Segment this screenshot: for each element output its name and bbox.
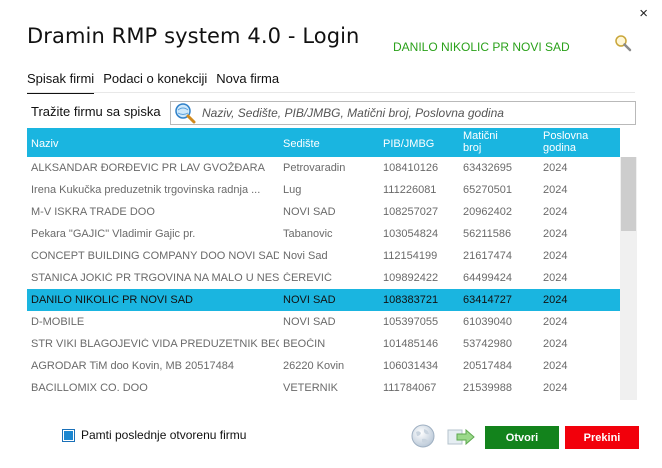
table-cell-sediste: 26220 Kovin (283, 360, 345, 372)
table-cell-naziv: CONCEPT BUILDING COMPANY DOO NOVI SAD (31, 250, 279, 262)
table-cell-naziv: Pekara "GAJIC" Vladimir Gajic pr. (31, 228, 196, 240)
remember-checkbox[interactable] (62, 428, 75, 442)
table-cell-pib: 105397055 (383, 316, 439, 328)
table-cell-sediste: ČEREVIĆ (283, 272, 332, 284)
table-cell-sediste: NOVI SAD (283, 294, 336, 306)
current-company-name: DANILO NIKOLIC PR NOVI SAD (393, 40, 570, 54)
column-header-poslovna-godina[interactable]: Poslovna godina (543, 130, 603, 154)
table-row[interactable]: CONCEPT BUILDING COMPANY DOO NOVI SAD Nov… (27, 245, 620, 267)
table-cell-pib: 103054824 (383, 228, 439, 240)
table-cell-pib: 108383721 (383, 294, 439, 306)
table-row[interactable]: BACILLOMIX CO. DOO VETERNIK 111784067 21539… (27, 377, 620, 399)
table-header: Naziv Sedište PIB/JMBG Matični broj Posl… (27, 128, 620, 157)
table-cell-naziv: ALKSANDAR ĐORĐEVIC PR LAV GVOŽĐARA (31, 162, 265, 174)
table-cell-mb: 63432695 (463, 162, 512, 174)
table-row[interactable]: Pekara "GAJIC" Vladimir Gajic pr. Tabanov… (27, 223, 620, 245)
company-table: Naziv Sedište PIB/JMBG Matični broj Posl… (27, 128, 637, 400)
cancel-button[interactable]: Prekini (565, 426, 639, 449)
tab-bar: Spisak firmi Podaci o konekciji Nova firma (27, 71, 288, 94)
column-header-naziv[interactable]: Naziv (31, 138, 279, 150)
table-body: ALKSANDAR ĐORĐEVIC PR LAV GVOŽĐARA Petrov… (27, 157, 620, 399)
globe-icon[interactable] (410, 423, 436, 449)
remember-label: Pamti poslednje otvorenu firmu (81, 428, 247, 442)
table-cell-godina: 2024 (543, 228, 568, 240)
table-cell-naziv: DANILO NIKOLIC PR NOVI SAD (31, 294, 193, 306)
table-cell-godina: 2024 (543, 294, 568, 306)
table-cell-godina: 2024 (543, 250, 568, 262)
table-cell-mb: 63414727 (463, 294, 512, 306)
open-button[interactable]: Otvori (485, 426, 559, 449)
table-row[interactable]: Irena Kukučka preduzetnik trgovinska rad… (27, 179, 620, 201)
remember-company-option[interactable]: Pamti poslednje otvorenu firmu (62, 428, 246, 442)
table-cell-mb: 61039040 (463, 316, 512, 328)
tab-podaci-o-konekciji[interactable]: Podaci o konekciji (103, 71, 207, 94)
table-cell-pib: 109892422 (383, 272, 439, 284)
table-cell-pib: 108410126 (383, 162, 439, 174)
table-cell-godina: 2024 (543, 162, 568, 174)
column-header-sediste[interactable]: Sedište (283, 138, 379, 150)
table-row[interactable]: DANILO NIKOLIC PR NOVI SAD NOVI SAD 108383… (27, 289, 620, 311)
close-button[interactable]: × (639, 6, 648, 21)
table-cell-sediste: NOVI SAD (283, 206, 336, 218)
table-cell-naziv: STANICA JOKIĆ PR TRGOVINA NA MALO U NES.… (31, 272, 279, 284)
table-cell-sediste: NOVI SAD (283, 316, 336, 328)
table-cell-godina: 2024 (543, 184, 568, 196)
tab-spisak-firmi[interactable]: Spisak firmi (27, 71, 95, 94)
vertical-scrollbar[interactable] (620, 157, 637, 400)
table-cell-naziv: D-MOBILE (31, 316, 85, 328)
table-cell-sediste: Petrovaradin (283, 162, 346, 174)
table-cell-mb: 21539988 (463, 382, 512, 394)
search-label: Tražite firmu sa spiska (31, 104, 161, 119)
table-cell-naziv: M-V ISKRA TRADE DOO (31, 206, 155, 218)
table-cell-mb: 20962402 (463, 206, 512, 218)
table-cell-mb: 53742980 (463, 338, 512, 350)
table-cell-pib: 106031434 (383, 360, 439, 372)
table-cell-pib: 101485146 (383, 338, 439, 350)
window-title: Dramin RMP system 4.0 - Login (27, 24, 360, 48)
table-row[interactable]: M-V ISKRA TRADE DOO NOVI SAD 108257027 2096… (27, 201, 620, 223)
table-cell-sediste: Lug (283, 184, 302, 196)
tab-divider (27, 92, 635, 93)
table-cell-pib: 108257027 (383, 206, 439, 218)
table-cell-mb: 65270501 (463, 184, 512, 196)
table-cell-godina: 2024 (543, 272, 568, 284)
table-cell-naziv: BACILLOMIX CO. DOO (31, 382, 148, 394)
table-cell-mb: 64499424 (463, 272, 512, 284)
tab-nova-firma[interactable]: Nova firma (216, 71, 279, 94)
arrow-right-icon[interactable] (447, 426, 475, 448)
table-cell-godina: 2024 (543, 338, 568, 350)
checkbox-check-mark (64, 430, 73, 440)
table-row[interactable]: D-MOBILE NOVI SAD 105397055 61039040 2024 (27, 311, 620, 333)
search-field[interactable] (170, 101, 636, 125)
table-cell-mb: 20517484 (463, 360, 512, 372)
table-cell-pib: 111226081 (383, 184, 437, 196)
column-header-maticni-broj[interactable]: Matični broj (463, 130, 539, 154)
table-cell-sediste: VETERNIK (283, 382, 339, 394)
table-cell-pib: 112154199 (383, 250, 438, 262)
table-cell-naziv: AGRODAR TiM doo Kovin, MB 20517484 (31, 360, 234, 372)
table-row[interactable]: ALKSANDAR ĐORĐEVIC PR LAV GVOŽĐARA Petrov… (27, 157, 620, 179)
table-cell-pib: 111784067 (383, 382, 437, 394)
table-cell-naziv: Irena Kukučka preduzetnik trgovinska rad… (31, 184, 261, 196)
magnifier-icon[interactable] (614, 34, 632, 52)
table-cell-sediste: BEOČIN (283, 338, 326, 350)
search-globe-icon (175, 103, 196, 124)
table-row[interactable]: AGRODAR TiM doo Kovin, MB 20517484 26220 … (27, 355, 620, 377)
table-cell-sediste: Novi Sad (283, 250, 328, 262)
search-input[interactable] (202, 106, 622, 120)
table-row[interactable]: STANICA JOKIĆ PR TRGOVINA NA MALO U NES.… (27, 267, 620, 289)
table-cell-godina: 2024 (543, 382, 568, 394)
column-header-pib[interactable]: PIB/JMBG (383, 138, 459, 150)
scrollbar-thumb[interactable] (621, 157, 636, 231)
table-cell-naziv: STR VIKI BLAGOJEVIĆ VIDA PREDUZETNIK BEO… (31, 338, 279, 350)
table-cell-sediste: Tabanovic (283, 228, 333, 240)
table-cell-mb: 56211586 (463, 228, 512, 240)
table-cell-godina: 2024 (543, 316, 568, 328)
table-row[interactable]: STR VIKI BLAGOJEVIĆ VIDA PREDUZETNIK BEO… (27, 333, 620, 355)
table-cell-godina: 2024 (543, 360, 568, 372)
table-cell-godina: 2024 (543, 206, 568, 218)
table-cell-mb: 21617474 (463, 250, 512, 262)
